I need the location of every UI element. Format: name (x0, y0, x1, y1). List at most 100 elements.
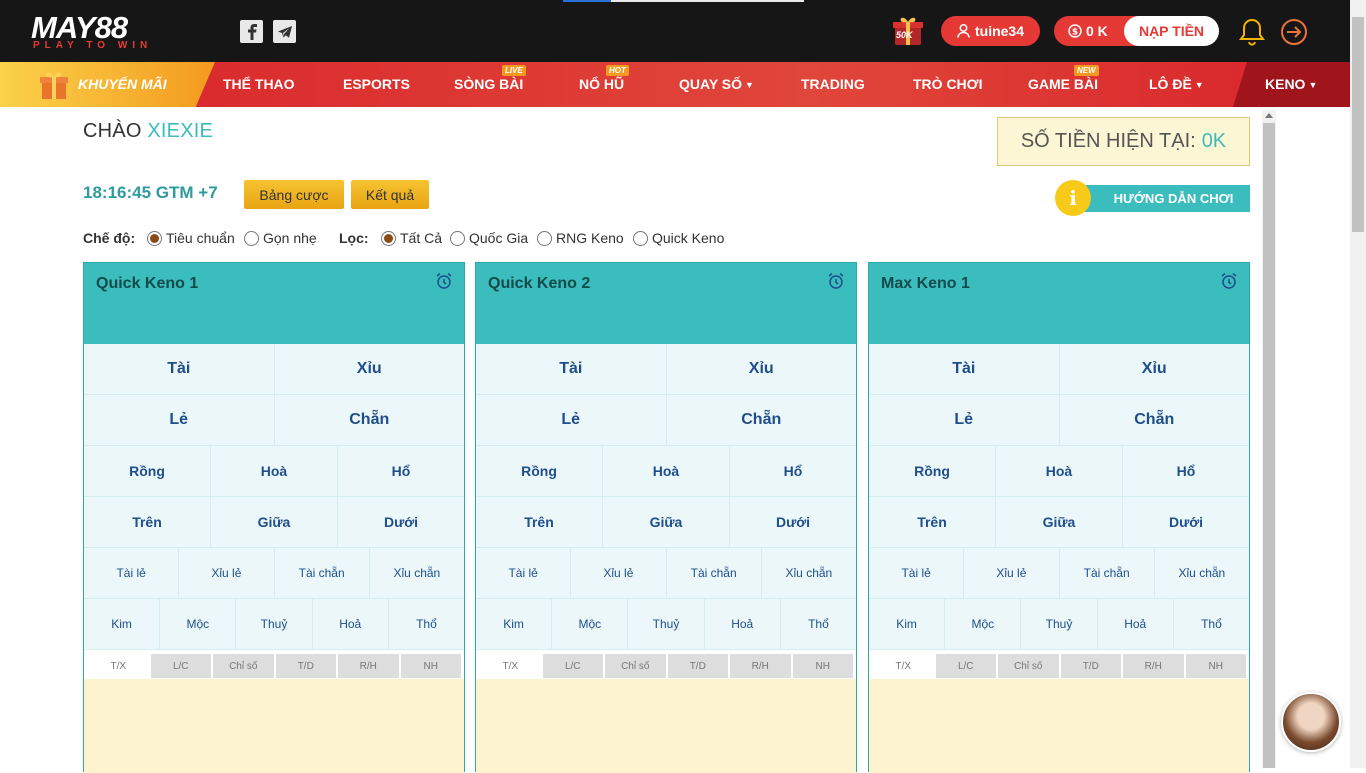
promo-50k-icon[interactable]: 50K (892, 16, 924, 46)
tab-rh[interactable]: R/H (1123, 654, 1184, 678)
bet-tai-le[interactable]: Tài lẻ (869, 548, 965, 598)
bet-moc[interactable]: Mộc (160, 599, 237, 649)
bet-tai-chan[interactable]: Tài chẵn (274, 548, 370, 598)
tab-index[interactable]: Chỉ số (213, 654, 274, 678)
tab-td[interactable]: T/D (1060, 654, 1121, 678)
filter-quick-radio[interactable]: Quick Keno (633, 230, 724, 246)
nav-item-card-games[interactable]: GAME BÀI NEW (1028, 65, 1099, 92)
bet-tai-le[interactable]: Tài lẻ (476, 548, 572, 598)
bet-tai[interactable]: Tài (869, 344, 1060, 394)
nav-item-keno[interactable]: KENO ▼ (1265, 76, 1317, 92)
bet-tai-chan[interactable]: Tài chẵn (666, 548, 762, 598)
bet-hoa-fire[interactable]: Hoả (1097, 599, 1174, 649)
bet-ho[interactable]: Hổ (338, 446, 464, 496)
bet-xiu[interactable]: Xỉu (666, 344, 856, 394)
user-account-button[interactable]: tuine34 (941, 16, 1040, 46)
bet-chan[interactable]: Chẵn (1059, 395, 1249, 445)
mode-compact-radio[interactable]: Gọn nhẹ (244, 230, 317, 246)
tab-lc[interactable]: L/C (935, 654, 996, 678)
tab-rh[interactable]: R/H (338, 654, 399, 678)
nav-item-games[interactable]: TRÒ CHƠI (913, 76, 983, 92)
tab-nh[interactable]: NH (1185, 654, 1246, 678)
bet-giua[interactable]: Giữa (211, 497, 338, 547)
bet-duoi[interactable]: Dưới (1123, 497, 1249, 547)
telegram-icon[interactable] (273, 20, 296, 43)
bet-le[interactable]: Lẻ (869, 395, 1060, 445)
bet-rong[interactable]: Rồng (84, 446, 211, 496)
bet-xiu[interactable]: Xỉu (1059, 344, 1249, 394)
bet-hoa-fire[interactable]: Hoả (704, 599, 781, 649)
filter-rng-radio[interactable]: RNG Keno (537, 230, 624, 246)
tab-td[interactable]: T/D (275, 654, 336, 678)
bet-xiu-chan[interactable]: Xỉu chẵn (761, 548, 856, 598)
bell-icon[interactable] (1239, 18, 1265, 46)
bet-tai[interactable]: Tài (476, 344, 667, 394)
bet-xiu-le[interactable]: Xỉu lẻ (964, 548, 1060, 598)
tab-index[interactable]: Chỉ số (998, 654, 1059, 678)
nav-item-sports[interactable]: THỂ THAO (223, 76, 295, 92)
bet-tai-chan[interactable]: Tài chẵn (1059, 548, 1155, 598)
alarm-clock-icon[interactable] (435, 272, 453, 290)
bet-le[interactable]: Lẻ (84, 395, 275, 445)
bet-ho[interactable]: Hổ (1123, 446, 1249, 496)
bet-xiu-chan[interactable]: Xỉu chẵn (369, 548, 464, 598)
deposit-button[interactable]: NẠP TIỀN (1124, 16, 1219, 46)
tab-nh[interactable]: NH (400, 654, 461, 678)
bet-le[interactable]: Lẻ (476, 395, 667, 445)
bet-tren[interactable]: Trên (476, 497, 603, 547)
bet-table-button[interactable]: Bảng cược (244, 180, 344, 209)
bet-xiu-chan[interactable]: Xỉu chẵn (1154, 548, 1249, 598)
facebook-icon[interactable] (240, 20, 263, 43)
bet-tren[interactable]: Trên (84, 497, 211, 547)
tab-nh[interactable]: NH (792, 654, 853, 678)
bet-tren[interactable]: Trên (869, 497, 996, 547)
tab-tx[interactable]: T/X (873, 654, 934, 678)
bet-hoa-fire[interactable]: Hoả (312, 599, 389, 649)
nav-item-esports[interactable]: ESPORTS (343, 76, 410, 92)
bet-hoa-draw[interactable]: Hoà (996, 446, 1123, 496)
bet-hoa-draw[interactable]: Hoà (603, 446, 730, 496)
wallet-balance[interactable]: $ 0 K (1068, 23, 1108, 39)
bet-chan[interactable]: Chẵn (274, 395, 464, 445)
nav-item-lode[interactable]: LÔ ĐỀ ▼ (1149, 76, 1204, 92)
bet-ho[interactable]: Hổ (730, 446, 856, 496)
results-button[interactable]: Kết quả (351, 180, 429, 209)
support-chat-avatar[interactable] (1281, 692, 1341, 752)
bet-kim[interactable]: Kim (84, 599, 161, 649)
bet-tai-le[interactable]: Tài lẻ (84, 548, 180, 598)
bet-duoi[interactable]: Dưới (338, 497, 464, 547)
tab-td[interactable]: T/D (667, 654, 728, 678)
bet-tho[interactable]: Thổ (1173, 599, 1250, 649)
bet-kim[interactable]: Kim (869, 599, 946, 649)
logout-icon[interactable] (1279, 17, 1309, 47)
bet-rong[interactable]: Rồng (869, 446, 996, 496)
bet-kim[interactable]: Kim (476, 599, 553, 649)
content-scrollbar[interactable] (1262, 110, 1276, 768)
bet-tho[interactable]: Thổ (388, 599, 465, 649)
bet-giua[interactable]: Giữa (603, 497, 730, 547)
nav-item-trading[interactable]: TRADING (801, 76, 865, 92)
bet-rong[interactable]: Rồng (476, 446, 603, 496)
tab-lc[interactable]: L/C (150, 654, 211, 678)
bet-thuy[interactable]: Thuỷ (236, 599, 313, 649)
page-scrollbar[interactable] (1350, 0, 1366, 768)
nav-item-lottery[interactable]: QUAY SỐ ▼ (679, 76, 754, 92)
mode-standard-radio[interactable]: Tiêu chuẩn (147, 230, 235, 246)
nav-item-casino[interactable]: SÒNG BÀI LIVE (454, 65, 526, 92)
nav-item-slots[interactable]: NỔ HŨ HOT (579, 65, 629, 92)
how-to-play-button[interactable]: HƯỚNG DẪN CHƠI i (1055, 180, 1250, 216)
bet-moc[interactable]: Mộc (945, 599, 1022, 649)
filter-national-radio[interactable]: Quốc Gia (450, 230, 528, 246)
bet-chan[interactable]: Chẵn (666, 395, 856, 445)
tab-tx[interactable]: T/X (88, 654, 149, 678)
site-logo[interactable]: MAY88 PLAY TO WIN (31, 10, 176, 52)
tab-rh[interactable]: R/H (730, 654, 791, 678)
tab-lc[interactable]: L/C (542, 654, 603, 678)
alarm-clock-icon[interactable] (1220, 272, 1238, 290)
bet-thuy[interactable]: Thuỷ (1021, 599, 1098, 649)
tab-tx[interactable]: T/X (480, 654, 541, 678)
bet-tai[interactable]: Tài (84, 344, 275, 394)
bet-xiu-le[interactable]: Xỉu lẻ (571, 548, 667, 598)
filter-all-radio[interactable]: Tất Cả (381, 230, 442, 246)
bet-duoi[interactable]: Dưới (730, 497, 856, 547)
